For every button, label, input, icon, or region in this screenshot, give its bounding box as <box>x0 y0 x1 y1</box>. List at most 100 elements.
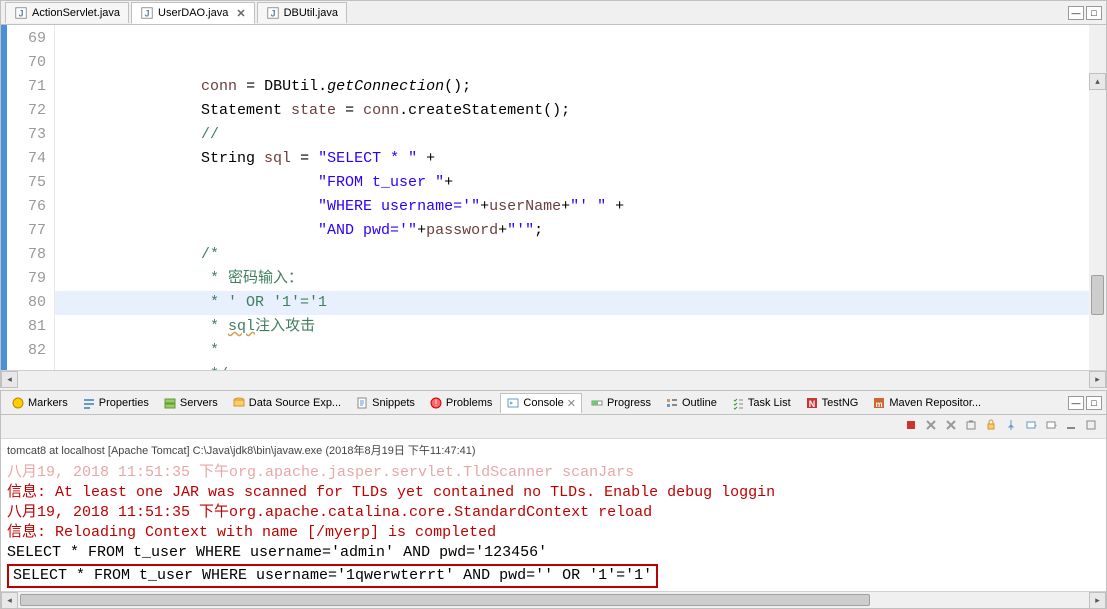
editor-tab-1[interactable]: JUserDAO.java✕ <box>131 2 255 24</box>
line-gutter: 6970717273747576777879808182 <box>1 25 55 370</box>
maximize-icon <box>1085 419 1097 434</box>
console-line-0: 八月19, 2018 11:51:35 下午org.apache.jasper.… <box>7 463 1100 483</box>
view-tab-label: Servers <box>180 397 218 409</box>
view-tab-outline[interactable]: Outline <box>659 393 723 413</box>
display-selected-button[interactable] <box>1022 418 1040 436</box>
bottom-panel: Markers Properties Servers Data Source Exp.… <box>0 390 1107 609</box>
code-line-73[interactable]: "FROM t_user "+ <box>55 171 1106 195</box>
view-tab-markers[interactable]: Markers <box>5 393 74 413</box>
svg-text:J: J <box>270 9 275 19</box>
code-line-75[interactable]: "AND pwd='"+password+"'"; <box>55 219 1106 243</box>
remove-all-button[interactable] <box>922 418 940 436</box>
open-console-button[interactable] <box>1042 418 1060 436</box>
console-icon <box>506 396 520 410</box>
console-output[interactable]: 八月19, 2018 11:51:35 下午org.apache.jasper.… <box>1 461 1106 591</box>
view-tab-datasource[interactable]: Data Source Exp... <box>226 393 347 413</box>
code-content[interactable]: conn = DBUtil.getConnection(); Statement… <box>55 25 1106 370</box>
code-line-70[interactable]: Statement state = conn.createStatement()… <box>55 99 1106 123</box>
markers-icon <box>11 396 25 410</box>
pin-button[interactable] <box>1002 418 1020 436</box>
scroll-up-icon[interactable]: ▴ <box>1089 73 1106 90</box>
problems-icon: ! <box>429 396 443 410</box>
svg-text:m: m <box>876 400 883 409</box>
console-process-label: tomcat8 at localhost [Apache Tomcat] C:\… <box>1 439 1106 461</box>
console-horizontal-scrollbar[interactable]: ◂ ▸ <box>1 591 1106 608</box>
window-controls: — □ <box>1068 6 1106 20</box>
clear-icon <box>965 419 977 434</box>
view-tab-label: Snippets <box>372 397 415 409</box>
view-tab-servers[interactable]: Servers <box>157 393 224 413</box>
horizontal-scrollbar[interactable]: ◂ ▸ <box>1 370 1106 387</box>
console-scroll-thumb[interactable] <box>20 594 870 606</box>
open-console-icon <box>1045 419 1057 434</box>
java-file-icon: J <box>266 6 280 20</box>
close-icon[interactable]: ✕ <box>236 7 245 20</box>
snippets-icon <box>355 396 369 410</box>
panel-minimize-button[interactable]: — <box>1068 396 1084 410</box>
minimize-button[interactable] <box>1062 418 1080 436</box>
maven-icon: m <box>872 396 886 410</box>
view-tab-progress[interactable]: Progress <box>584 393 657 413</box>
panel-maximize-button[interactable]: □ <box>1086 396 1102 410</box>
console-line-4: SELECT * FROM t_user WHERE username='adm… <box>7 543 1100 563</box>
display-selected-icon <box>1025 419 1037 434</box>
scroll-left-icon[interactable]: ◂ <box>1 371 18 388</box>
remove-icon <box>945 419 957 434</box>
clear-button[interactable] <box>962 418 980 436</box>
code-line-79[interactable]: * sql注入攻击 <box>55 315 1106 339</box>
code-line-80[interactable]: * <box>55 339 1106 363</box>
view-tab-label: Task List <box>748 397 791 409</box>
view-tab-label: Progress <box>607 397 651 409</box>
console-toolbar <box>1 415 1106 439</box>
scroll-lock-button[interactable] <box>982 418 1000 436</box>
vertical-scrollbar[interactable]: ▴ <box>1089 25 1106 370</box>
console-scroll-right-icon[interactable]: ▸ <box>1089 592 1106 609</box>
view-tab-tasklist[interactable]: Task List <box>725 393 797 413</box>
svg-text:!: ! <box>435 398 438 408</box>
editor-tab-2[interactable]: J DBUtil.java <box>257 2 347 23</box>
code-line-76[interactable]: /* <box>55 243 1106 267</box>
view-tab-properties[interactable]: Properties <box>76 393 155 413</box>
console-line-5: SELECT * FROM t_user WHERE username='1qw… <box>7 563 1100 589</box>
editor-tab-bar: JActionServlet.javaJUserDAO.java✕JDBUtil… <box>1 1 1106 25</box>
svg-text:J: J <box>145 9 150 19</box>
svg-text:N: N <box>808 399 815 409</box>
view-tab-label: Outline <box>682 397 717 409</box>
view-tab-maven[interactable]: m Maven Repositor... <box>866 393 987 413</box>
terminate-button[interactable] <box>902 418 920 436</box>
view-tab-console[interactable]: Console ✕ <box>500 393 582 413</box>
remove-button[interactable] <box>942 418 960 436</box>
maximize-button[interactable] <box>1082 418 1100 436</box>
tab-label: DBUtil.java <box>284 7 338 19</box>
code-line-71[interactable]: // <box>55 123 1106 147</box>
console-line-1: 信息: At least one JAR was scanned for TLD… <box>7 483 1100 503</box>
progress-icon <box>590 396 604 410</box>
console-scroll-left-icon[interactable]: ◂ <box>1 592 18 609</box>
view-tab-problems[interactable]: !Problems <box>423 393 498 413</box>
view-tab-label: Properties <box>99 397 149 409</box>
editor-tab-0[interactable]: JActionServlet.java <box>5 2 129 23</box>
view-tab-label: Console <box>523 397 563 409</box>
panel-window-controls: — □ <box>1068 396 1106 410</box>
code-line-78[interactable]: * ' OR '1'='1 <box>55 291 1106 315</box>
tab-label: ActionServlet.java <box>32 7 120 19</box>
view-tab-label: Maven Repositor... <box>889 397 981 409</box>
minimize-icon <box>1065 419 1077 434</box>
code-line-69[interactable]: conn = DBUtil.getConnection(); <box>55 75 1106 99</box>
servers-icon <box>163 396 177 410</box>
close-icon[interactable]: ✕ <box>567 397 576 410</box>
code-line-81[interactable]: */ <box>55 363 1106 370</box>
properties-icon <box>82 396 96 410</box>
maximize-button[interactable]: □ <box>1086 6 1102 20</box>
code-line-72[interactable]: String sql = "SELECT * " + <box>55 147 1106 171</box>
scroll-thumb[interactable] <box>1091 275 1104 315</box>
code-line-74[interactable]: "WHERE username='"+userName+"' " + <box>55 195 1106 219</box>
view-tab-testng[interactable]: NTestNG <box>799 393 865 413</box>
java-file-icon: J <box>140 6 154 20</box>
minimize-button[interactable]: — <box>1068 6 1084 20</box>
code-line-77[interactable]: * 密码输入： <box>55 267 1106 291</box>
pin-icon <box>1005 419 1017 434</box>
scroll-right-icon[interactable]: ▸ <box>1089 371 1106 388</box>
view-tab-snippets[interactable]: Snippets <box>349 393 421 413</box>
testng-icon: N <box>805 396 819 410</box>
